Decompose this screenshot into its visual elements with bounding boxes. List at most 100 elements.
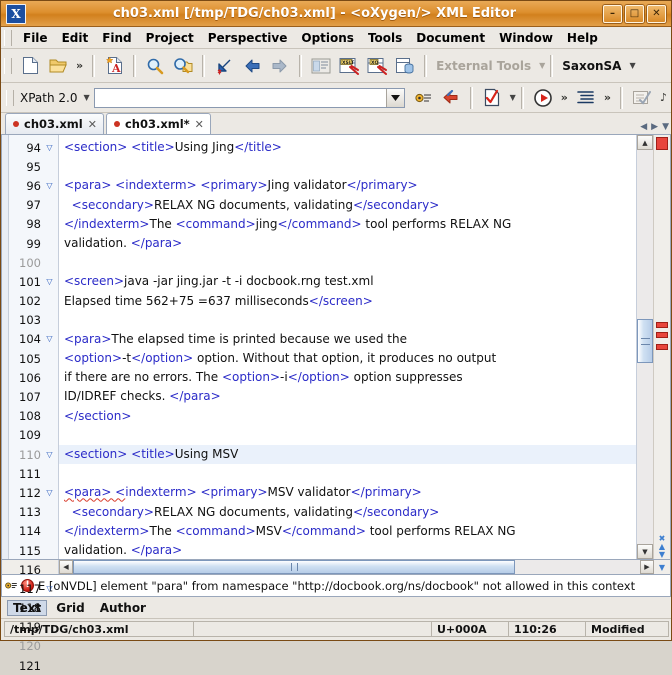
code-line[interactable]: </section> [59,407,636,426]
xpath-version-label[interactable]: XPath 2.0 [18,91,79,105]
close-button[interactable]: ✕ [647,5,666,23]
external-tools-dropdown[interactable]: External Tools [432,59,535,73]
menu-help[interactable]: Help [560,29,605,47]
maximize-button[interactable]: □ [625,5,644,23]
code-line[interactable]: <para> <indexterm> <primary>MSV validato… [59,483,636,502]
menu-project[interactable]: Project [139,29,201,47]
back-to-anchor-button[interactable] [210,52,238,80]
code-line[interactable] [59,426,636,445]
code-text-area[interactable]: <section> <title>Using Jing</title> <par… [59,135,636,559]
layout-button[interactable] [307,52,335,80]
format-indent-button[interactable] [572,84,600,112]
vertical-scroll-thumb[interactable] [637,319,653,362]
error-overview-strip[interactable]: ✖ ▲ ▼ [653,135,670,559]
menu-perspective[interactable]: Perspective [201,29,295,47]
code-line[interactable]: <secondary>RELAX NG documents, validatin… [59,196,636,215]
toolbar-overflow-1[interactable]: » [72,59,87,72]
fold-toggle-icon[interactable]: ▽ [44,144,55,152]
code-line[interactable]: <para> <indexterm> <primary>Jing validat… [59,176,636,195]
tab-ch03-xml-modified[interactable]: ch03.xml* ✕ [106,113,211,134]
find-button[interactable] [141,52,169,80]
code-line[interactable]: <screen>java -jar jing.jar -t -i docbook… [59,272,636,291]
xpath-combo[interactable] [94,88,405,108]
toolbar-drag-handle-2[interactable] [6,90,14,106]
forward-button[interactable] [266,52,294,80]
tab-next-button[interactable]: ▶ [651,122,658,132]
scroll-down-button[interactable]: ▼ [637,544,653,559]
overview-marker-3[interactable] [656,344,668,350]
prev-marker-icon[interactable]: ▲ [659,543,665,550]
xpath-toolbar-overflow[interactable]: ♪ [656,91,671,104]
overview-marker-1[interactable] [656,322,668,328]
hscroll-right-button[interactable]: ▶ [640,560,654,574]
menu-edit[interactable]: Edit [55,29,96,47]
xpath-settings-button[interactable] [409,84,437,112]
fold-toggle-icon[interactable]: ▽ [44,451,55,459]
code-line[interactable]: <secondary>RELAX NG documents, validatin… [59,503,636,522]
minimize-button[interactable]: – [603,5,622,23]
toolbar-drag-handle-1[interactable] [4,58,12,74]
tab-close-icon[interactable]: ✕ [195,118,204,131]
vertical-scroll-track[interactable] [637,150,653,544]
new-from-templates-button[interactable]: A [100,52,128,80]
fold-toggle-icon[interactable]: ▽ [44,335,55,343]
code-line[interactable]: <section> <title>Using Jing</title> [59,138,636,157]
xquery-debugger-button[interactable]: XQ [363,52,391,80]
code-line[interactable]: validation. </para> [59,541,636,559]
code-line[interactable] [59,464,636,483]
overview-marker-2[interactable] [656,332,668,338]
error-navigation-buttons[interactable]: ✖ ▲ ▼ [656,535,668,558]
menu-find[interactable]: Find [95,29,138,47]
code-line[interactable]: <section> <title>Using MSV [59,445,636,464]
code-line[interactable] [59,253,636,272]
next-error-icon[interactable]: ✖ [659,535,666,542]
xpath-dropdown-button[interactable] [386,89,404,107]
code-line[interactable]: if there are no errors. The <option>-i</… [59,368,636,387]
validate-chevron-down-icon[interactable]: ▼ [510,93,516,102]
xpath-undo-button[interactable] [437,84,465,112]
horizontal-scroll-thumb[interactable] [73,560,515,574]
next-marker-icon[interactable]: ▼ [659,551,665,558]
open-file-button[interactable] [44,52,72,80]
line-number-gutter[interactable]: 94▽9596▽979899100101▽102103104▽105106107… [9,135,59,559]
menu-options[interactable]: Options [294,29,361,47]
back-button[interactable] [238,52,266,80]
tab-list-button[interactable]: ▼ [662,122,669,132]
transform-button[interactable] [529,84,557,112]
fold-toggle-icon[interactable]: ▽ [44,489,55,497]
tab-close-icon[interactable]: ✕ [88,118,97,131]
editor-vertical-scrollbar[interactable]: ▲ ▼ [636,135,653,559]
editor-horizontal-scrollbar[interactable]: ◀ ▶ ▼ [1,560,671,575]
tab-ch03-xml[interactable]: ch03.xml ✕ [5,113,104,134]
hscroll-left-button[interactable]: ◀ [59,560,73,574]
fold-toggle-icon[interactable]: ▽ [44,278,55,286]
code-line[interactable]: ID/IDREF checks. </para> [59,387,636,406]
format-overflow[interactable]: » [600,91,615,104]
code-line[interactable]: validation. </para> [59,234,636,253]
menu-tools[interactable]: Tools [361,29,409,47]
code-line[interactable] [59,311,636,330]
validate-button[interactable] [478,84,506,112]
database-button[interactable] [391,52,419,80]
fold-toggle-icon[interactable]: ▽ [44,585,55,593]
overview-marker-top[interactable] [656,137,668,150]
xpath-input[interactable] [95,89,386,106]
transformation-scenario-dropdown[interactable]: SaxonSA [558,59,625,73]
tab-prev-button[interactable]: ◀ [640,122,647,132]
menu-document[interactable]: Document [409,29,492,47]
code-line[interactable]: <para>The elapsed time is printed becaus… [59,330,636,349]
xpath-version-chevron-down-icon[interactable]: ▼ [83,93,89,102]
menu-drag-handle[interactable] [4,30,12,46]
code-line[interactable]: </indexterm>The <command>jing</command> … [59,215,636,234]
scenario-chevron-down-icon[interactable]: ▼ [629,61,635,70]
code-line[interactable]: </indexterm>The <command>MSV</command> t… [59,522,636,541]
fold-toggle-icon[interactable]: ▽ [44,182,55,190]
xslt-debugger-button[interactable]: XSLT [335,52,363,80]
code-line[interactable] [59,157,636,176]
spell-check-button[interactable] [628,84,656,112]
mode-tab-author[interactable]: Author [94,600,152,616]
transform-overflow[interactable]: » [557,91,572,104]
horizontal-scroll-track[interactable] [73,560,640,574]
scroll-up-button[interactable]: ▲ [637,135,653,150]
menu-window[interactable]: Window [492,29,560,47]
